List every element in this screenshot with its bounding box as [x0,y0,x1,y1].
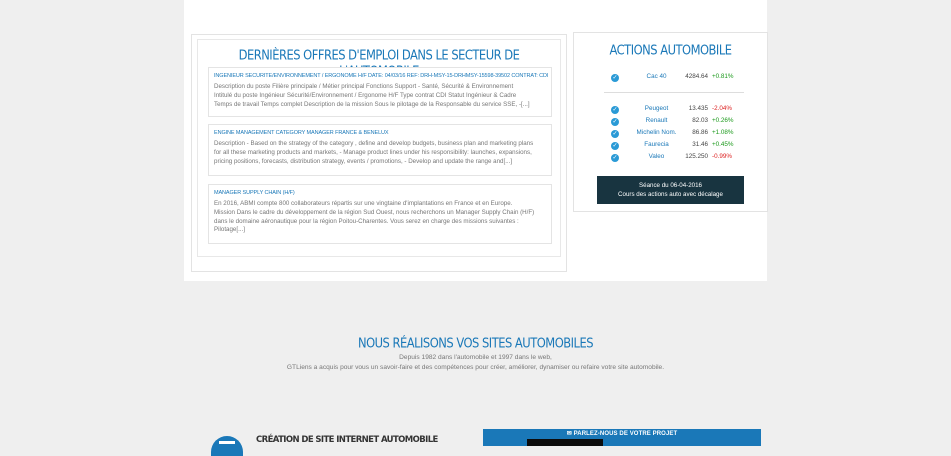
session-info-box: Séance du 06-04-2016 Cours des actions a… [597,176,744,204]
jobs-panel: DERNIÈRES OFFRES D'EMPLOI DANS LE SECTEU… [191,34,567,272]
job-description: Description du poste Filière principale … [214,83,550,109]
divider [604,92,744,93]
job-description-line: Description - Based on the strategy of t… [214,140,534,147]
job-description-line: Temps de travail Temps complet Descripti… [214,100,530,108]
stock-change: +1.08% [712,129,734,136]
contact-project-label[interactable]: ✉ PARLEZ-NOUS DE VOTRE PROJET [483,430,761,437]
check-icon: ✓ [611,118,619,126]
stock-value: 31.46 [692,141,708,148]
job-description-line: dans le domaine aéronautique pour la rég… [214,217,519,225]
check-icon: ✓ [611,154,619,162]
check-icon: ✓ [611,74,619,82]
stock-value: 86.86 [692,129,708,136]
job-description: En 2016, ABMI compte 800 collaborateurs … [214,200,550,235]
stock-row: ✓ Renault 82.03 +0.26% [574,117,767,128]
stock-value: 82.03 [692,117,708,124]
session-date: Séance du 06-04-2016 [639,182,702,189]
sites-section-title: NOUS RÉALISONS VOS SITES AUTOMOBILES [357,334,594,352]
stocks-panel: ACTIONS AUTOMOBILE ✓ Cac 40 4284.64 +0.8… [573,32,768,212]
sites-intro-line: Depuis 1982 dans l'automobile et 1997 da… [399,354,552,361]
stock-value: 125.250 [685,153,708,160]
job-card[interactable]: INGÉNIEUR SÉCURITÉ/ENVIRONNEMENT / ERGON… [208,67,552,117]
top-card [184,0,767,30]
job-description-line: pricing positions, forecasts, distributi… [214,157,513,165]
stock-row: ✓ Faurecia 31.46 +0.45% [574,141,767,152]
check-icon: ✓ [611,106,619,114]
stock-change: +0.45% [712,141,734,148]
job-description: Description - Based on the strategy of t… [214,140,550,166]
job-card[interactable]: ENGINE MANAGEMENT CATEGORY MANAGER FRANC… [208,124,552,176]
session-note: Cours des actions auto avec décalage [618,191,723,198]
jobs-list-container: DERNIÈRES OFFRES D'EMPLOI DANS LE SECTEU… [197,39,561,257]
stock-change: +0.26% [712,117,734,124]
job-description-line: for all these marketing products and mar… [214,148,532,156]
stock-row: ✓ Valeo 125.250 -0.99% [574,153,767,164]
job-title-link[interactable]: INGÉNIEUR SÉCURITÉ/ENVIRONNEMENT / ERGON… [214,73,548,79]
job-card[interactable]: MANAGER SUPPLY CHAIN (H/F) En 2016, ABMI… [208,184,552,244]
stocks-title: ACTIONS AUTOMOBILE [609,42,732,58]
job-description-line: En 2016, ABMI compte 800 collaborateurs … [214,200,513,207]
job-description-line: Intitulé du poste Ingénieur Sécurité/Env… [214,91,517,99]
sites-intro-line: GTLiens a acquis pour vous un savoir-fai… [286,364,665,371]
job-description-line: Description du poste Filière principale … [214,83,514,90]
contact-project-banner[interactable]: ✉ PARLEZ-NOUS DE VOTRE PROJET [483,429,761,446]
website-creation-icon [211,436,243,456]
stock-change: -0.99% [712,153,732,160]
stock-value: 13.435 [688,105,708,112]
job-description-line: Pilotage[...] [214,226,245,234]
stock-value: 4284.64 [685,73,708,80]
job-description-line: Mission Dans le cadre du développement d… [214,208,535,216]
stock-change: +0.81% [712,73,734,80]
job-title-link[interactable]: MANAGER SUPPLY CHAIN (H/F) [214,190,548,196]
stock-row: ✓ Peugeot 13.435 -2.04% [574,105,767,116]
creation-service-title[interactable]: CRÉATION DE SITE INTERNET AUTOMOBILE [256,435,438,445]
job-title-link[interactable]: ENGINE MANAGEMENT CATEGORY MANAGER FRANC… [214,130,548,136]
check-icon: ✓ [611,142,619,150]
stock-row: ✓ Michelin Nom. 86.86 +1.08% [574,129,767,140]
check-icon: ✓ [611,130,619,138]
stock-change: -2.04% [712,105,732,112]
contact-form-preview [527,439,603,446]
stock-row-cac40: ✓ Cac 40 4284.64 +0.81% [574,73,767,84]
